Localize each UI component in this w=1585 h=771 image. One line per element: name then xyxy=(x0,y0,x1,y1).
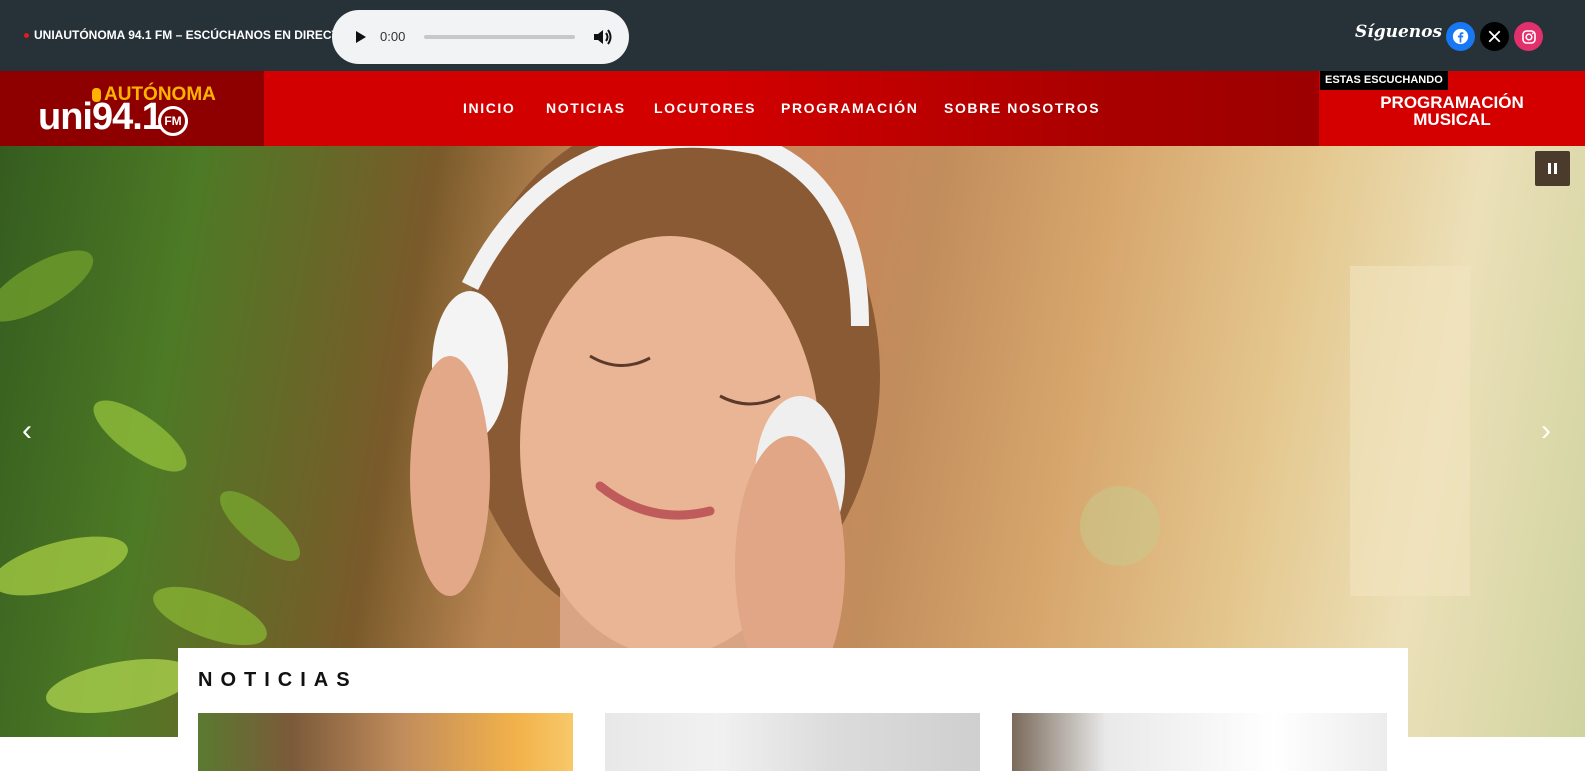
live-dot-icon xyxy=(24,32,29,38)
seek-bar[interactable] xyxy=(424,35,575,39)
site-logo[interactable]: AUTÓNOMA uni94.1 FM xyxy=(0,71,264,146)
slider-prev-arrow[interactable]: ‹ xyxy=(22,416,44,446)
nav-programacion[interactable]: PROGRAMACIÓN xyxy=(781,100,918,116)
pause-icon xyxy=(1548,163,1551,174)
live-broadcast-label: UNIAUTÓNOMA 94.1 FM – ESCÚCHANOS EN DIRE… xyxy=(24,28,348,42)
facebook-glyph-icon xyxy=(1452,28,1469,45)
pause-icon-bar xyxy=(1554,163,1557,174)
volume-icon[interactable] xyxy=(590,25,614,49)
play-icon[interactable] xyxy=(348,25,372,49)
x-twitter-icon[interactable] xyxy=(1480,22,1509,51)
now-playing-line1: PROGRAMACIÓN xyxy=(1380,93,1524,112)
nav-noticias[interactable]: NOTICIAS xyxy=(546,100,626,116)
live-text: UNIAUTÓNOMA 94.1 FM – ESCÚCHANOS EN DIRE… xyxy=(34,28,349,42)
slider-pause-button[interactable] xyxy=(1535,151,1570,186)
slider-next-arrow[interactable]: › xyxy=(1541,416,1563,446)
news-section: NOTICIAS xyxy=(178,648,1408,771)
news-heading: NOTICIAS xyxy=(198,669,358,691)
now-playing-label: ESTAS ESCUCHANDO xyxy=(1320,71,1448,90)
logo-main-text: uni94.1 xyxy=(38,96,163,138)
x-glyph-icon xyxy=(1488,30,1501,43)
news-card-image[interactable] xyxy=(605,713,980,771)
now-playing-title: PROGRAMACIÓN MUSICAL xyxy=(1319,94,1585,128)
nav-inicio[interactable]: INICIO xyxy=(463,100,515,116)
now-playing-line2: MUSICAL xyxy=(1413,110,1491,129)
news-card-image[interactable] xyxy=(198,713,573,771)
nav-sobre-nosotros[interactable]: SOBRE NOSOTROS xyxy=(944,100,1100,116)
audio-player[interactable]: 0:00 xyxy=(332,10,629,64)
player-time: 0:00 xyxy=(380,29,406,44)
main-navbar: AUTÓNOMA uni94.1 FM INICIO NOTICIAS LOCU… xyxy=(0,71,1585,146)
logo-fm-badge: FM xyxy=(158,106,188,136)
news-card-image[interactable] xyxy=(1012,713,1387,771)
instagram-glyph-icon xyxy=(1521,29,1536,44)
nav-locutores[interactable]: LOCUTORES xyxy=(654,100,756,116)
top-bar: UNIAUTÓNOMA 94.1 FM – ESCÚCHANOS EN DIRE… xyxy=(0,0,1585,71)
facebook-icon[interactable] xyxy=(1446,22,1475,51)
instagram-icon[interactable] xyxy=(1514,22,1543,51)
